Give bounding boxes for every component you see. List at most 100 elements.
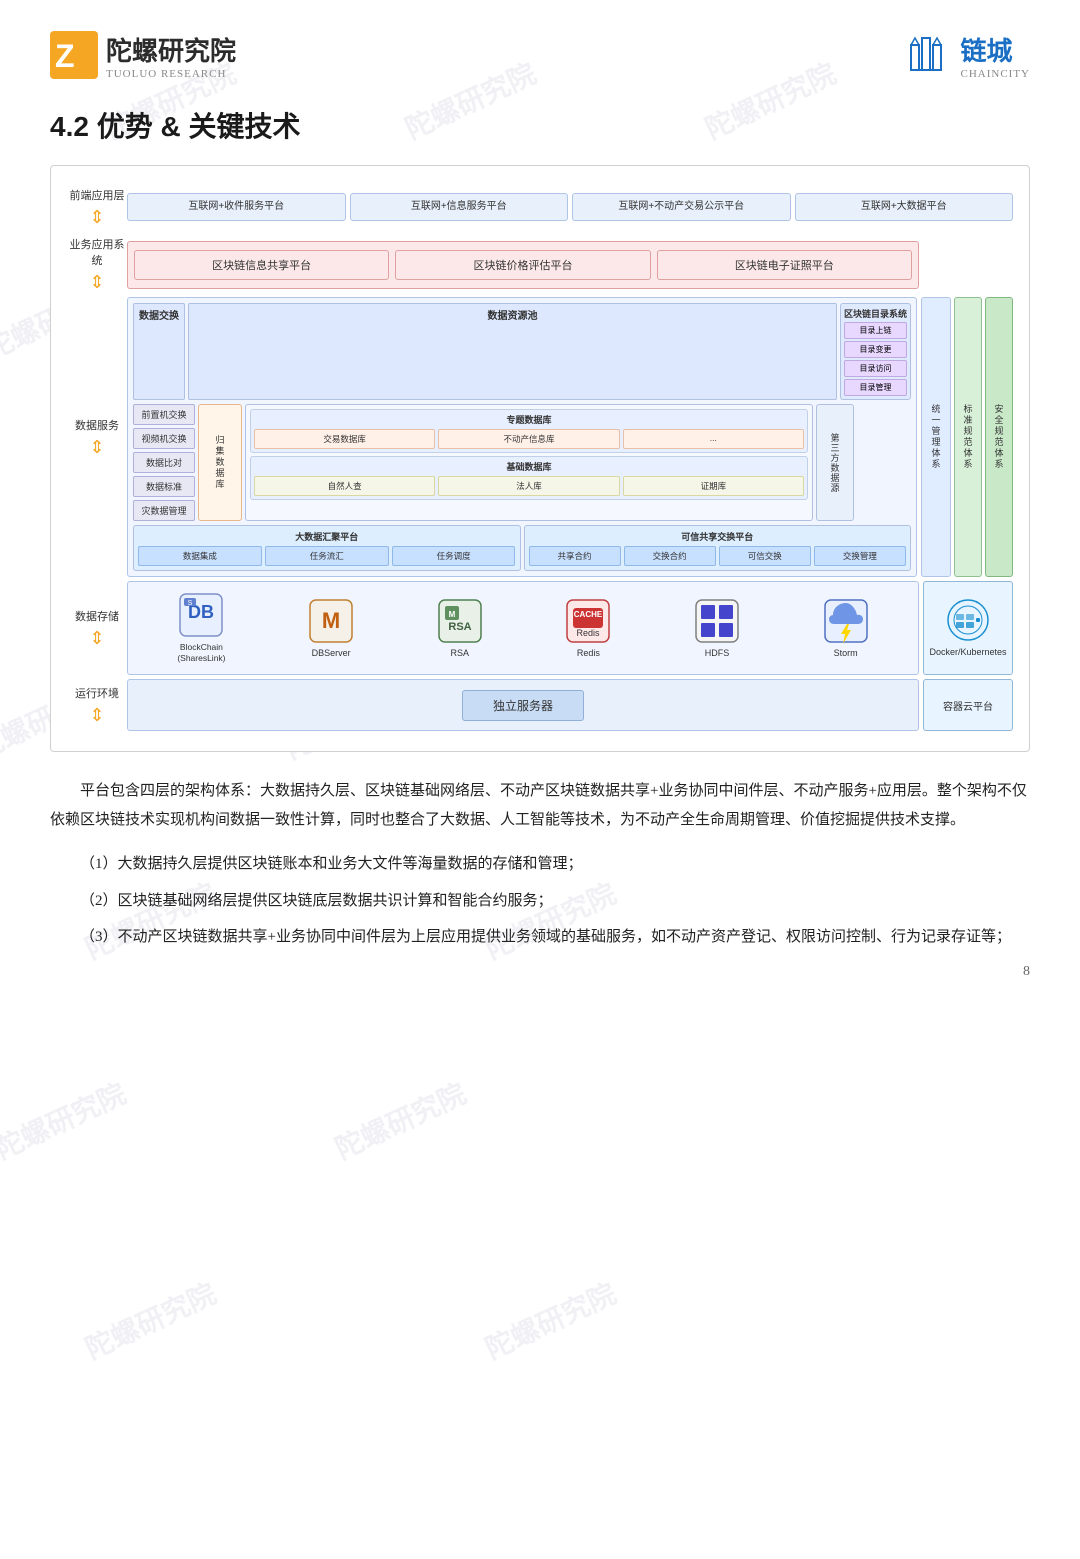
catalog-item-4: 目录管理 [844, 379, 907, 396]
base-db-item-2: 法人库 [438, 476, 619, 496]
trustworthy-exchange-title: 可信共享交换平台 [529, 530, 907, 543]
docker-icon [946, 598, 990, 642]
frontend-box-1: 互联网+收件服务平台 [127, 193, 346, 221]
trustworthy-items: 共享合约 交换合约 可信交换 交换管理 [529, 546, 907, 566]
runtime-main-box: 独立服务器 [127, 679, 919, 731]
data-middle-section: 前置机交换 视频机交换 数据比对 数据标准 灾数据管理 归集数据库 [133, 404, 911, 521]
safety-system-panel: 安全规范体系 [985, 297, 1013, 577]
data-exchange-title: 数据交换 [133, 303, 185, 400]
svg-text:RSA: RSA [448, 621, 471, 633]
big-data-items: 数据集成 任务流汇 任务调度 [138, 546, 516, 566]
expert-db-section: 专题数据库 交易数据库 不动产信息库 ... [250, 409, 808, 453]
frontend-layer-label: 前端应用层 ⇕ [67, 182, 127, 232]
storage-item-rsa: M RSA RSA [437, 598, 483, 658]
trustworthy-item-3: 可信交换 [719, 546, 811, 566]
rsa-icon: M RSA [437, 598, 483, 644]
management-system-panel: 统一管理体系 [921, 297, 951, 577]
standard-system-panel: 标准规范体系 [954, 297, 982, 577]
frontend-arrow: ⇕ [89, 207, 104, 228]
container-cloud-box: 容器云平台 [923, 679, 1013, 731]
svg-text:S: S [188, 600, 193, 607]
big-data-item-3: 任务调度 [392, 546, 516, 566]
chaincity-name-chinese: 链城 [961, 31, 1013, 68]
standalone-server-box: 独立服务器 [462, 690, 584, 721]
exchange-item-4: 数据标准 [133, 476, 195, 497]
third-party-data: 第三方数据源 [816, 404, 854, 521]
svg-text:CACHE: CACHE [574, 610, 603, 619]
base-db-item-3: 证期库 [623, 476, 804, 496]
business-boxes-container: 区块链信息共享平台 区块链价格评估平台 区块链电子证照平台 [127, 241, 919, 289]
data-service-main: 数据交换 数据资源池 区块链目录系统 目录上链 目录变更 目录访问 目录管理 [127, 297, 917, 577]
frontend-layer-row: 前端应用层 ⇕ 互联网+收件服务平台 互联网+信息服务平台 互联网+不动产交易公… [67, 182, 1013, 232]
logo-text-left: 陀螺研究院 TUOLUO RESEARCH [106, 31, 236, 80]
business-layer-content: 区块链信息共享平台 区块链价格评估平台 区块链电子证照平台 [127, 236, 1013, 293]
frontend-layer-content: 互联网+收件服务平台 互联网+信息服务平台 互联网+不动产交易公示平台 互联网+… [127, 182, 1013, 232]
storage-item-storm: Storm [823, 598, 869, 658]
body-item-1: （1）大数据持久层提供区块链账本和业务大文件等海量数据的存储和管理； [50, 850, 1030, 879]
watermark: 陀螺研究院 [0, 1072, 132, 1167]
biz-box-3: 区块链电子证照平台 [657, 250, 912, 280]
svg-text:M: M [448, 610, 455, 619]
collect-library: 归集数据库 [198, 404, 242, 521]
business-layer-label: 业务应用系统 ⇕ [67, 236, 127, 293]
data-resource-pool-title: 数据资源池 [188, 303, 837, 400]
dbserver-label: DBServer [312, 648, 351, 658]
storm-label: Storm [834, 648, 858, 658]
data-service-content: 数据交换 数据资源池 区块链目录系统 目录上链 目录变更 目录访问 目录管理 [127, 297, 1013, 577]
db-center: 专题数据库 交易数据库 不动产信息库 ... 基础数据库 [245, 404, 813, 521]
body-item-2: （2）区块链基础网络层提供区块链底层数据共识计算和智能合约服务； [50, 887, 1030, 916]
chaincity-text: 链城 CHAINCITY [961, 31, 1031, 80]
docker-panel: Docker/Kubernetes [923, 581, 1013, 675]
body-item-3: （3）不动产区块链数据共享+业务协同中间件层为上层应用提供业务领域的基础服务，如… [50, 923, 1030, 952]
storage-layer-row: 数据存储 ⇕ DB S BlockChain(Sh [67, 581, 1013, 675]
watermark: 陀螺研究院 [328, 1072, 472, 1167]
catalog-item-2: 目录变更 [844, 341, 907, 358]
runtime-arrow: ⇕ [89, 705, 104, 726]
docker-label: Docker/Kubernetes [929, 646, 1006, 659]
big-data-title: 大数据汇聚平台 [138, 530, 516, 543]
big-data-item-1: 数据集成 [138, 546, 262, 566]
architecture-diagram: 前端应用层 ⇕ 互联网+收件服务平台 互联网+信息服务平台 互联网+不动产交易公… [50, 165, 1030, 752]
blockchain-icon: DB S [178, 592, 224, 638]
platform-row: 大数据汇聚平台 数据集成 任务流汇 任务调度 可信共享交换平台 [133, 525, 911, 571]
svg-text:M: M [322, 608, 340, 633]
trustworthy-item-1: 共享合约 [529, 546, 621, 566]
frontend-box-3: 互联网+不动产交易公示平台 [572, 193, 791, 221]
logo-right: 链城 CHAINCITY [901, 30, 1031, 80]
svg-text:Z: Z [55, 38, 75, 74]
catalog-item-3: 目录访问 [844, 360, 907, 377]
exchange-sub-items: 前置机交换 视频机交换 数据比对 数据标准 灾数据管理 [133, 404, 195, 521]
page-header: Z 陀螺研究院 TUOLUO RESEARCH [50, 30, 1030, 80]
data-service-layer-row: 数据服务 ⇕ 数据交换 数据资源池 区块链目录系统 目录上链 目录 [67, 297, 1013, 577]
storage-layer-label: 数据存储 ⇕ [67, 581, 127, 675]
hdfs-label: HDFS [705, 648, 730, 658]
trustworthy-item-2: 交换合约 [624, 546, 716, 566]
business-arrow: ⇕ [89, 272, 104, 293]
storage-content: DB S BlockChain(SharesLink) M [127, 581, 1013, 675]
storage-item-hdfs: HDFS [694, 598, 740, 658]
trustworthy-item-4: 交换管理 [814, 546, 906, 566]
catalog-spacer [857, 404, 911, 521]
right-panels: 统一管理体系 标准规范体系 安全规范体系 [921, 297, 1013, 577]
redis-label: Redis [577, 648, 600, 658]
trustworthy-exchange: 可信共享交换平台 共享合约 交换合约 可信交换 交换管理 [524, 525, 912, 571]
dbserver-icon: M [308, 598, 354, 644]
runtime-layer-label: 运行环境 ⇕ [67, 679, 127, 731]
base-db-section: 基础数据库 自然人查 法人库 证期库 [250, 456, 808, 500]
base-db-items: 自然人查 法人库 证期库 [254, 476, 804, 496]
data-service-arrow: ⇕ [89, 437, 104, 458]
business-layer-row: 业务应用系统 ⇕ 区块链信息共享平台 区块链价格评估平台 区块链电子证照平台 [67, 236, 1013, 293]
hdfs-icon [694, 598, 740, 644]
expert-db-item-3: ... [623, 429, 804, 449]
big-data-platform: 大数据汇聚平台 数据集成 任务流汇 任务调度 [133, 525, 521, 571]
exchange-item-5: 灾数据管理 [133, 500, 195, 521]
tuoluo-logo-icon: Z [50, 31, 98, 79]
logo-left: Z 陀螺研究院 TUOLUO RESEARCH [50, 31, 236, 80]
storm-icon [823, 598, 869, 644]
watermark: 陀螺研究院 [478, 1272, 622, 1367]
frontend-box-4: 互联网+大数据平台 [795, 193, 1014, 221]
big-data-item-2: 任务流汇 [265, 546, 389, 566]
watermark: 陀螺研究院 [78, 1272, 222, 1367]
body-paragraph-1: 平台包含四层的架构体系：大数据持久层、区块链基础网络层、不动产区块链数据共享+业… [50, 777, 1030, 834]
blockchain-catalog: 区块链目录系统 目录上链 目录变更 目录访问 目录管理 [840, 303, 911, 400]
